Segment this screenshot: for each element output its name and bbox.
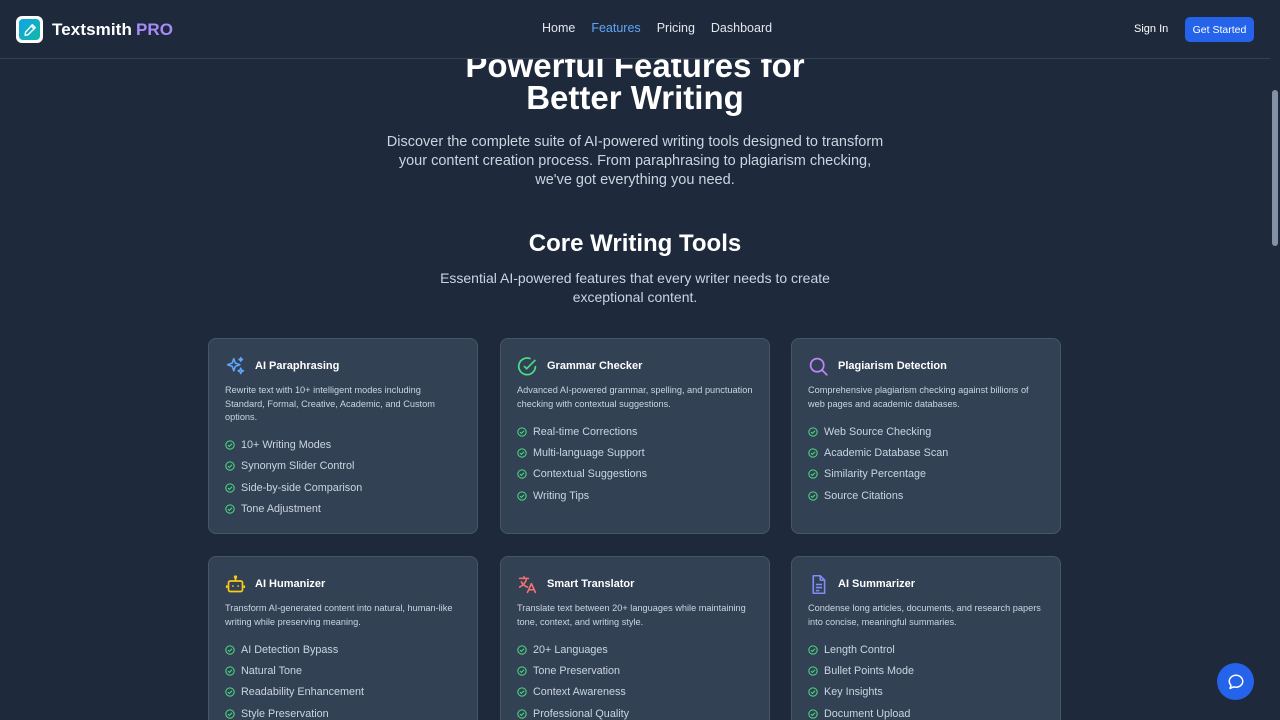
- check-circle-icon: [808, 687, 818, 697]
- check-circle-icon: [808, 448, 818, 458]
- check-circle-icon: [517, 666, 527, 676]
- section-subtitle: Essential AI-powered features that every…: [440, 270, 830, 305]
- feature-item: Contextual Suggestions: [517, 464, 753, 485]
- check-circle-icon: [225, 483, 235, 493]
- check-circle-icon: [517, 356, 538, 377]
- check-circle-icon: [517, 426, 527, 437]
- brand-badge: PRO: [135, 19, 174, 39]
- feature-list: Length Control Bullet Points Mode Key In…: [808, 639, 1044, 720]
- main-nav: Home Features Pricing Dashboard: [542, 21, 772, 35]
- chat-bubble-icon: [1228, 674, 1243, 689]
- nav-link-dashboard[interactable]: Dashboard: [711, 21, 772, 35]
- feature-item: Bullet Points Mode: [808, 660, 1044, 681]
- scrollbar-thumb[interactable]: [1272, 90, 1278, 246]
- feature-item: Source Citations: [808, 485, 1044, 506]
- magnifier-icon: [808, 356, 829, 377]
- feature-card-ai-summarizer: AI Summarizer Condense long articles, do…: [791, 556, 1061, 720]
- feature-item: Document Upload: [808, 703, 1044, 720]
- feature-item: Tone Preservation: [517, 660, 753, 681]
- card-title: AI Paraphrasing: [255, 360, 340, 372]
- feature-item: Natural Tone: [225, 660, 461, 681]
- pencil-icon: [16, 16, 43, 43]
- nav-link-home[interactable]: Home: [542, 21, 575, 35]
- card-title: AI Summarizer: [838, 578, 916, 590]
- card-title: Plagiarism Detection: [838, 360, 947, 372]
- card-description: Advanced AI-powered grammar, spelling, a…: [517, 385, 753, 409]
- feature-item: Writing Tips: [517, 485, 753, 506]
- feature-card-plagiarism-detection: Plagiarism Detection Comprehensive plagi…: [791, 338, 1061, 534]
- feature-item: Similarity Percentage: [808, 464, 1044, 485]
- feature-card-ai-paraphrasing: AI Paraphrasing Rewrite text with 10+ in…: [208, 338, 478, 534]
- chat-button[interactable]: [1217, 663, 1254, 700]
- feature-item: Style Preservation: [225, 703, 461, 720]
- top-navbar: Textsmith PRO Home Features Pricing Dashb…: [0, 0, 1270, 59]
- check-circle-icon: [808, 490, 818, 501]
- feature-item: Real-time Corrections: [517, 421, 753, 442]
- feature-item: Context Awareness: [517, 682, 753, 703]
- hero-title: Powerful Features for Better Writing: [0, 49, 1270, 116]
- feature-item: 10+ Writing Modes: [225, 435, 461, 456]
- hero-title-line2: Better Writing: [526, 79, 744, 116]
- feature-item: Web Source Checking: [808, 421, 1044, 442]
- feature-card-grammar-checker: Grammar Checker Advanced AI-powered gram…: [500, 338, 770, 534]
- feature-item: Length Control: [808, 639, 1044, 660]
- card-description: Comprehensive plagiarism checking agains…: [808, 385, 1029, 409]
- check-circle-icon: [225, 687, 235, 697]
- feature-list: Real-time Corrections Multi-language Sup…: [517, 421, 753, 506]
- check-circle-icon: [517, 708, 527, 719]
- feature-item: Multi-language Support: [517, 442, 753, 463]
- check-circle-icon: [517, 490, 527, 501]
- section-title: Core Writing Tools: [528, 230, 742, 257]
- feature-item: Readability Enhancement: [225, 682, 461, 703]
- card-description: Rewrite text with 10+ intelligent modes …: [225, 385, 435, 422]
- feature-card-smart-translator: Smart Translator Translate text between …: [500, 556, 770, 720]
- nav-link-pricing[interactable]: Pricing: [657, 21, 695, 35]
- page-scrollbar[interactable]: [1270, 0, 1280, 720]
- card-description: Condense long articles, documents, and r…: [808, 603, 1041, 627]
- robot-icon: [225, 574, 246, 595]
- feature-list: AI Detection Bypass Natural Tone Readabi…: [225, 639, 461, 720]
- nav-link-features[interactable]: Features: [591, 21, 640, 35]
- card-description: Translate text between 20+ languages whi…: [517, 603, 746, 627]
- check-circle-icon: [225, 708, 235, 719]
- feature-item: Key Insights: [808, 682, 1044, 703]
- check-circle-icon: [808, 708, 818, 719]
- get-started-button[interactable]: Get Started: [1185, 17, 1254, 42]
- check-circle-icon: [517, 469, 527, 479]
- check-circle-icon: [808, 469, 818, 479]
- check-circle-icon: [517, 687, 527, 697]
- card-title: Smart Translator: [547, 578, 635, 590]
- feature-item: Tone Adjustment: [225, 498, 461, 519]
- check-circle-icon: [225, 644, 235, 655]
- card-title: AI Humanizer: [255, 578, 326, 590]
- brand-name: Textsmith PRO: [52, 19, 174, 39]
- feature-list: 20+ Languages Tone Preservation Context …: [517, 639, 753, 720]
- check-circle-icon: [808, 666, 818, 676]
- translate-icon: [517, 574, 538, 595]
- feature-item: Synonym Slider Control: [225, 456, 461, 477]
- document-icon: [808, 574, 829, 595]
- feature-list: 10+ Writing Modes Synonym Slider Control…: [225, 435, 461, 520]
- feature-item: Professional Quality: [517, 703, 753, 720]
- check-circle-icon: [808, 644, 818, 655]
- check-circle-icon: [225, 461, 235, 472]
- feature-item: Academic Database Scan: [808, 442, 1044, 463]
- check-circle-icon: [517, 448, 527, 458]
- card-title: Grammar Checker: [547, 360, 643, 372]
- sign-in-link[interactable]: Sign In: [1134, 23, 1168, 35]
- check-circle-icon: [225, 666, 235, 676]
- card-description: Transform AI-generated content into natu…: [225, 603, 453, 627]
- feature-list: Web Source Checking Academic Database Sc…: [808, 421, 1044, 506]
- check-circle-icon: [808, 426, 818, 437]
- feature-item: 20+ Languages: [517, 639, 753, 660]
- hero-subtitle: Discover the complete suite of AI-powere…: [386, 134, 884, 188]
- check-circle-icon: [225, 440, 235, 450]
- sparkles-icon: [225, 356, 246, 377]
- feature-item: Side-by-side Comparison: [225, 477, 461, 498]
- feature-item: AI Detection Bypass: [225, 639, 461, 660]
- feature-card-ai-humanizer: AI Humanizer Transform AI-generated cont…: [208, 556, 478, 720]
- check-circle-icon: [517, 644, 527, 655]
- check-circle-icon: [225, 504, 235, 514]
- brand-logo-link[interactable]: Textsmith PRO: [16, 16, 173, 43]
